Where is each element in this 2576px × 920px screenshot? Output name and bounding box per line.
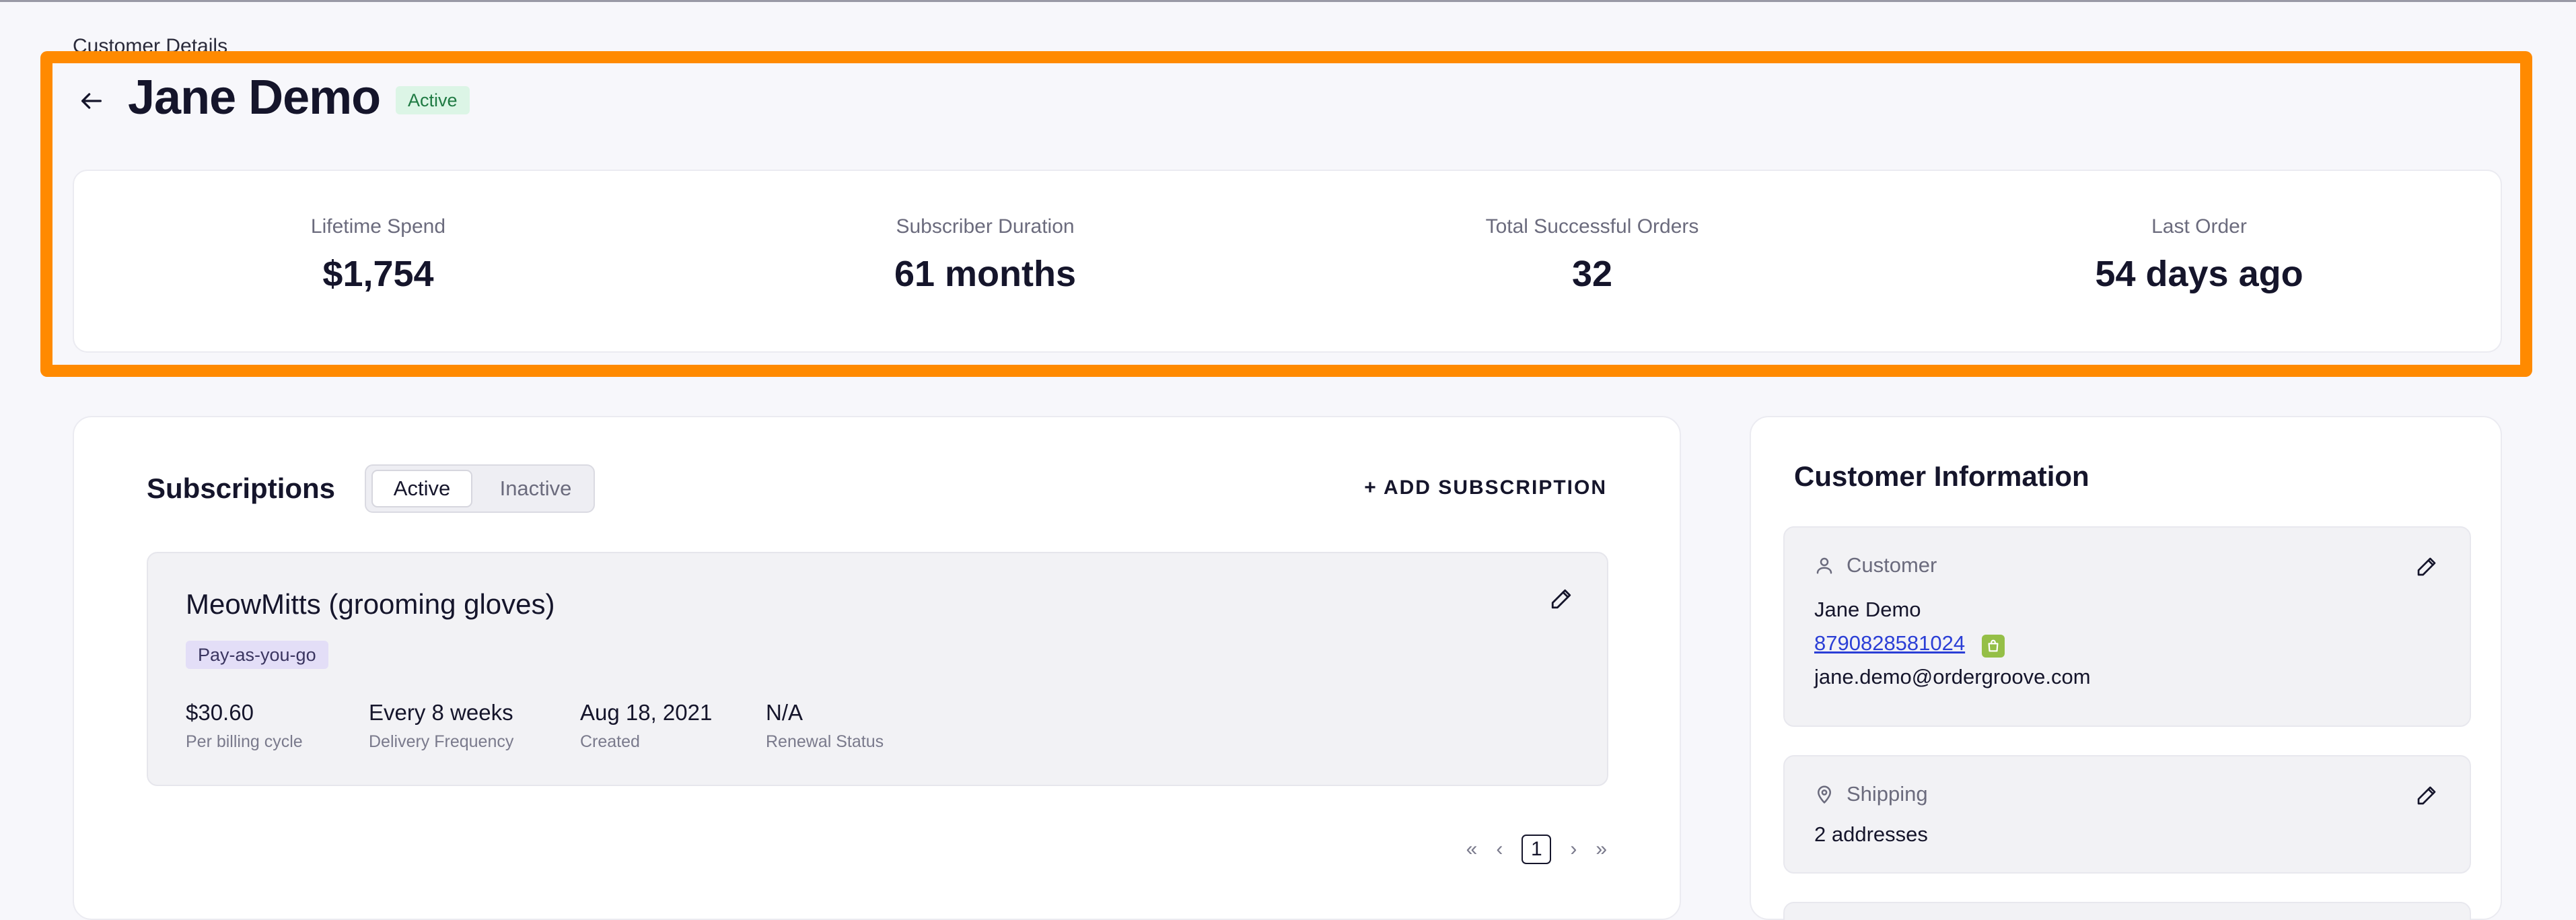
customer-panel-heading: Customer [1814, 553, 1937, 577]
shipping-summary: 2 addresses [1814, 822, 1928, 846]
stat-label: Total Successful Orders [1485, 215, 1699, 238]
subscription-name: MeowMitts (grooming gloves) [186, 588, 555, 620]
pagination: « ‹ 1 › » [1466, 835, 1607, 864]
field-renewal-status: N/A Renewal Status [766, 700, 884, 752]
stat-subscriber-duration: Subscriber Duration 61 months [783, 215, 1187, 295]
next-panel [1783, 902, 2471, 920]
shipping-panel-heading: Shipping [1814, 782, 1928, 806]
panel-heading-label: Customer [1847, 553, 1937, 577]
field-frequency: Every 8 weeks Delivery Frequency [369, 700, 513, 752]
customer-phone-row: 8790828581024 [1814, 631, 2005, 658]
panel-heading-label: Shipping [1847, 782, 1928, 806]
map-pin-icon [1818, 785, 1831, 804]
plan-badge: Pay-as-you-go [186, 641, 328, 669]
add-subscription-button[interactable]: + ADD SUBSCRIPTION [1364, 476, 1607, 499]
field-value: Aug 18, 2021 [580, 700, 713, 725]
tab-active[interactable]: Active [371, 470, 472, 507]
customer-info-card: Customer Information Customer Jane Demo … [1750, 416, 2502, 920]
tab-inactive[interactable]: Inactive [482, 470, 589, 507]
edit-subscription-button[interactable] [1542, 580, 1580, 618]
stat-label: Subscriber Duration [896, 215, 1075, 238]
pencil-icon [2417, 557, 2436, 576]
subscription-status-toggle: Active Inactive [365, 464, 595, 513]
prev-page-button[interactable]: ‹ [1496, 838, 1503, 861]
person-icon [1816, 557, 1832, 574]
customer-panel: Customer Jane Demo 8790828581024 jane.de… [1783, 526, 2471, 727]
stat-value: 54 days ago [2095, 254, 2303, 294]
stat-total-orders: Total Successful Orders 32 [1390, 215, 1794, 295]
stat-lifetime-spend: Lifetime Spend $1,754 [176, 215, 580, 295]
pencil-icon [2417, 786, 2436, 805]
customer-email: jane.demo@ordergroove.com [1814, 665, 2091, 688]
field-price: $30.60 Per billing cycle [186, 700, 303, 752]
customer-name: Jane Demo [1814, 598, 1921, 621]
customer-info-title: Customer Information [1794, 460, 2089, 492]
field-label: Created [580, 732, 640, 751]
first-page-button[interactable]: « [1466, 838, 1478, 861]
field-label: Delivery Frequency [369, 732, 514, 751]
stat-label: Lifetime Spend [310, 215, 446, 238]
stat-value: 32 [1571, 254, 1613, 294]
last-page-button[interactable]: » [1596, 838, 1607, 861]
field-created: Aug 18, 2021 Created [580, 700, 712, 752]
shipping-panel: Shipping 2 addresses [1783, 755, 2471, 874]
field-value: N/A [766, 700, 803, 725]
field-label: Per billing cycle [186, 732, 303, 751]
field-label: Renewal Status [766, 732, 884, 751]
back-button[interactable] [70, 79, 113, 122]
page-title: Jane Demo [128, 71, 381, 125]
edit-shipping-button[interactable] [2408, 777, 2445, 814]
shopify-bag-icon [1981, 635, 2005, 658]
arrow-left-icon [81, 93, 102, 109]
top-divider [0, 0, 2576, 2]
stat-value: $1,754 [322, 254, 434, 294]
stat-value: 61 months [894, 254, 1077, 294]
stats-card: Lifetime Spend $1,754 Subscriber Duratio… [73, 170, 2502, 353]
stat-label: Last Order [2151, 215, 2247, 238]
pencil-icon [1551, 589, 1571, 609]
status-badge: Active [396, 86, 470, 114]
customer-phone-link[interactable]: 8790828581024 [1814, 631, 1965, 655]
subscription-item[interactable]: MeowMitts (grooming gloves) Pay-as-you-g… [147, 552, 1608, 786]
edit-customer-button[interactable] [2408, 548, 2445, 586]
field-value: Every 8 weeks [369, 700, 513, 725]
subscriptions-card: Subscriptions Active Inactive + ADD SUBS… [73, 416, 1681, 920]
stat-last-order: Last Order 54 days ago [1997, 215, 2401, 295]
page-number-current[interactable]: 1 [1522, 835, 1552, 864]
subscriptions-title: Subscriptions [147, 472, 336, 504]
field-value: $30.60 [186, 700, 254, 725]
next-page-button[interactable]: › [1570, 838, 1577, 861]
